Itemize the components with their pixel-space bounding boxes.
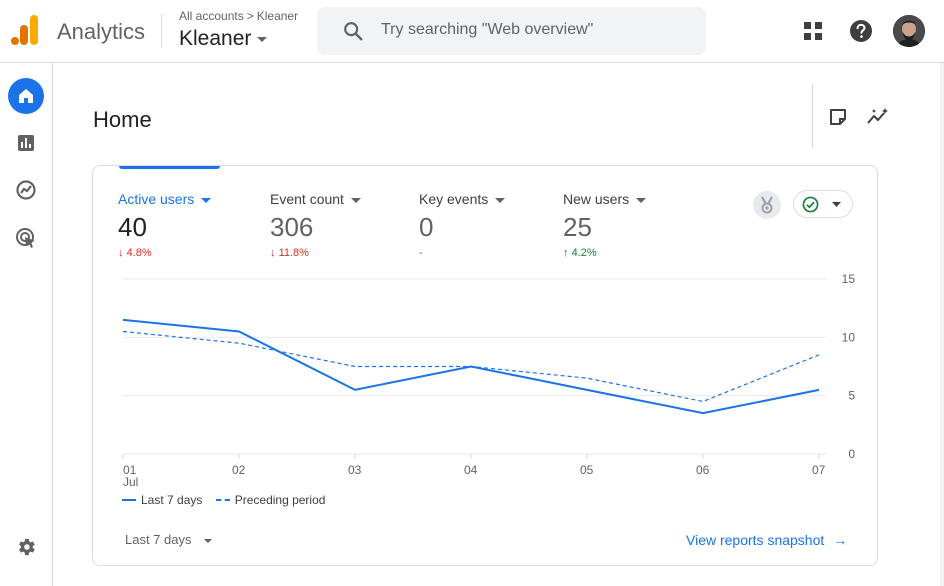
note-icon [830,109,846,125]
scrollbar[interactable] [940,63,944,586]
view-reports-label: View reports snapshot [686,532,825,548]
legend-solid-swatch [122,499,136,501]
chevron-down-icon [832,202,841,207]
metric-value: 25 [563,212,592,242]
metric-label: Active users [118,191,195,207]
y-tick-label: 0 [848,447,855,461]
overview-card: Active users 40 ↓ 4.8% Event count 306 ↓… [92,165,878,566]
y-tick-label: 5 [848,389,855,403]
account-name: Kleaner [179,27,252,50]
nav-explore[interactable] [8,172,44,208]
metric-active-users[interactable]: Active users 40 ↓ 4.8% [118,191,212,259]
x-tick-sublabel: Jul [123,475,138,489]
advertising-icon [16,228,35,248]
metric-value: 306 [270,212,314,242]
arrow-down-icon: ↓ [118,247,124,259]
metric-caret-icon [636,197,647,203]
x-tick-label: 03 [348,463,362,477]
header-divider [161,14,162,48]
legend-dashed-swatch [215,499,230,501]
breadcrumb-root: All accounts [179,9,244,23]
chart-legend: Last 7 days Preceding period [122,490,335,507]
nav-advertising[interactable] [8,220,44,256]
legend-label: Preceding period [234,493,326,507]
metric-value: 0 [419,212,434,242]
home-icon [19,89,33,103]
active-tab-indicator [119,166,220,169]
x-tick-label: 06 [696,463,710,477]
x-tick-label: 05 [580,463,594,477]
metric-caret-icon [201,197,212,203]
metric-label: Event count [270,191,344,207]
legend-item: Last 7 days [122,493,202,507]
search-bar[interactable]: Try searching "Web overview" [317,7,706,55]
metric-event-count[interactable]: Event count 306 ↓ 11.8% [270,191,361,259]
metric-change: - [419,247,423,259]
account-caret-icon [257,36,268,42]
notes-button[interactable] [822,101,854,133]
date-range-label: Last 7 days [125,532,192,547]
legend-item: Preceding period [215,493,326,507]
breadcrumb-account: Kleaner [256,9,299,23]
nav-reports[interactable] [8,125,44,161]
metric-label: New users [563,191,630,207]
breadcrumb-separator: > [246,9,254,23]
avatar[interactable] [893,15,925,47]
metric-change: 4.8% [126,247,152,259]
search-placeholder: Try searching "Web overview" [381,21,594,38]
metric-key-events[interactable]: Key events 0 - [419,191,506,259]
series-line-current [122,318,820,415]
metric-change: 4.2% [571,247,597,259]
metric-new-users[interactable]: New users 25 ↑ 4.2% [563,191,647,259]
insights-icon [867,108,888,124]
metric-caret-icon [495,197,506,203]
line-chart: 05101501 02 03 04 05 06 07Jul [122,272,856,489]
arrow-up-icon: ↑ [563,247,569,259]
apps-grid-icon [804,22,822,40]
user-avatar-icon [893,15,925,47]
account-selector[interactable]: Kleaner [179,27,268,51]
award-icon [761,196,773,214]
metric-caret-icon [350,197,361,203]
analytics-logo[interactable] [11,15,39,45]
y-tick-label: 10 [842,330,856,344]
x-tick-label: 02 [232,463,246,477]
reports-icon [18,135,34,151]
settings-icon [19,538,35,556]
insights-button[interactable] [862,101,894,133]
help-icon [850,20,872,42]
apps-button[interactable] [797,15,829,47]
comparison-toggle[interactable] [793,190,853,218]
metric-label: Key events [419,191,489,207]
breadcrumb[interactable]: All accounts > Kleaner [179,9,298,23]
toolbar-divider [812,84,813,148]
check-circle-icon [802,196,819,213]
view-reports-link[interactable]: View reports snapshot → [686,532,847,548]
metric-value: 40 [118,212,147,242]
search-icon [344,22,363,41]
x-tick-label: 04 [464,463,478,477]
dropdown-caret-icon [203,538,212,543]
app-title: Analytics [57,19,146,44]
page-title: Home [93,107,152,132]
arrow-right-icon: → [833,532,848,548]
arrow-down-icon: ↓ [270,247,276,259]
nav-settings[interactable] [8,529,44,565]
x-tick-label: 07 [812,463,826,477]
metric-change: 11.8% [278,247,309,259]
help-button[interactable] [845,15,877,47]
top-bar: Analytics All accounts > Kleaner Kleaner T… [0,0,944,63]
legend-label: Last 7 days [141,493,203,507]
explore-icon [16,180,36,200]
date-range-selector[interactable]: Last 7 days [125,532,212,547]
y-tick-label: 15 [842,272,856,286]
insights-badge-button[interactable] [753,191,781,219]
left-nav [0,63,53,586]
nav-home[interactable] [8,78,44,114]
